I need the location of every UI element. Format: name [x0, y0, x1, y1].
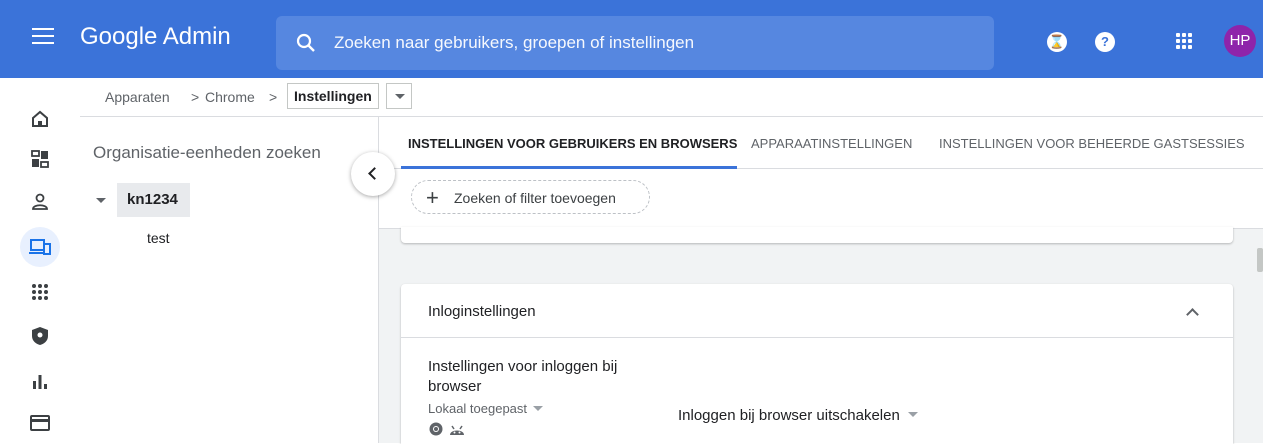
menu-icon[interactable]	[32, 28, 54, 46]
breadcrumb-current[interactable]: Instellingen	[287, 83, 379, 109]
top-app-bar: Google Admin ⌛ ? HP	[0, 0, 1263, 78]
active-tab-indicator	[401, 166, 737, 169]
org-unit-root[interactable]: kn1234	[117, 183, 190, 217]
platform-icons	[429, 422, 469, 436]
section-title: Inloginstellingen	[428, 303, 536, 320]
org-unit-panel: kn1234 test	[80, 117, 378, 443]
tab-user-browser-settings[interactable]: INSTELLINGEN VOOR GEBRUIKERS EN BROWSERS	[408, 136, 737, 151]
users-icon[interactable]	[20, 182, 60, 222]
setting-value-dropdown[interactable]: Inloggen bij browser uitschakelen	[678, 407, 918, 424]
tab-managed-guest-settings[interactable]: INSTELLINGEN VOOR BEHEERDE GASTSESSIES	[939, 136, 1245, 151]
tab-device-settings[interactable]: APPARAATINSTELLINGEN	[751, 136, 912, 151]
home-icon[interactable]	[20, 99, 60, 139]
chevron-up-icon[interactable]	[1186, 308, 1199, 321]
security-icon[interactable]	[20, 316, 60, 356]
card-header[interactable]: Inloginstellingen	[401, 284, 1233, 338]
org-unit-child[interactable]: test	[147, 230, 170, 246]
setting-scope[interactable]: Lokaal toegepast	[428, 401, 543, 416]
breadcrumb-separator: >	[269, 89, 278, 105]
expand-caret-icon[interactable]	[96, 198, 106, 203]
app-title[interactable]: Google Admin	[80, 23, 231, 51]
devices-icon[interactable]	[20, 227, 60, 267]
plus-icon: +	[426, 185, 439, 210]
filter-label: Zoeken of filter toevoegen	[454, 190, 616, 206]
dashboard-icon[interactable]	[20, 139, 60, 179]
breadcrumb-separator: >	[191, 89, 200, 105]
tab-bar: INSTELLINGEN VOOR GEBRUIKERS EN BROWSERS…	[379, 117, 1263, 169]
reports-icon[interactable]	[20, 361, 60, 401]
settings-card: Inloginstellingen Instellingen voor inlo…	[401, 284, 1233, 444]
android-icon	[450, 425, 464, 435]
previous-card	[401, 227, 1233, 243]
apps-grid-icon[interactable]	[1176, 33, 1192, 49]
setting-name[interactable]: Instellingen voor inloggen bij browser	[428, 357, 668, 397]
add-filter-chip[interactable]: + Zoeken of filter toevoegen	[411, 180, 650, 214]
avatar[interactable]: HP	[1224, 25, 1256, 57]
org-unit-search-input[interactable]	[93, 143, 343, 163]
search-box[interactable]	[276, 16, 994, 70]
help-icon[interactable]: ?	[1095, 32, 1115, 52]
breadcrumb: Apparaten > Chrome > Instellingen	[80, 78, 1263, 117]
breadcrumb-item-devices[interactable]: Apparaten	[105, 89, 170, 105]
apps-icon[interactable]	[20, 272, 60, 312]
billing-icon[interactable]	[20, 403, 60, 443]
hourglass-icon[interactable]: ⌛	[1047, 32, 1067, 52]
chrome-icon	[429, 422, 443, 436]
settings-area: Inloginstellingen Instellingen voor inlo…	[379, 227, 1263, 444]
search-icon[interactable]	[296, 33, 316, 53]
left-rail	[0, 78, 80, 443]
collapse-panel-button[interactable]	[351, 152, 395, 196]
main-content: INSTELLINGEN VOOR GEBRUIKERS EN BROWSERS…	[378, 117, 1263, 444]
breadcrumb-dropdown-icon[interactable]	[386, 83, 412, 109]
search-input[interactable]	[334, 29, 974, 57]
breadcrumb-item-chrome[interactable]: Chrome	[205, 89, 255, 105]
scrollbar-thumb[interactable]	[1257, 248, 1263, 272]
